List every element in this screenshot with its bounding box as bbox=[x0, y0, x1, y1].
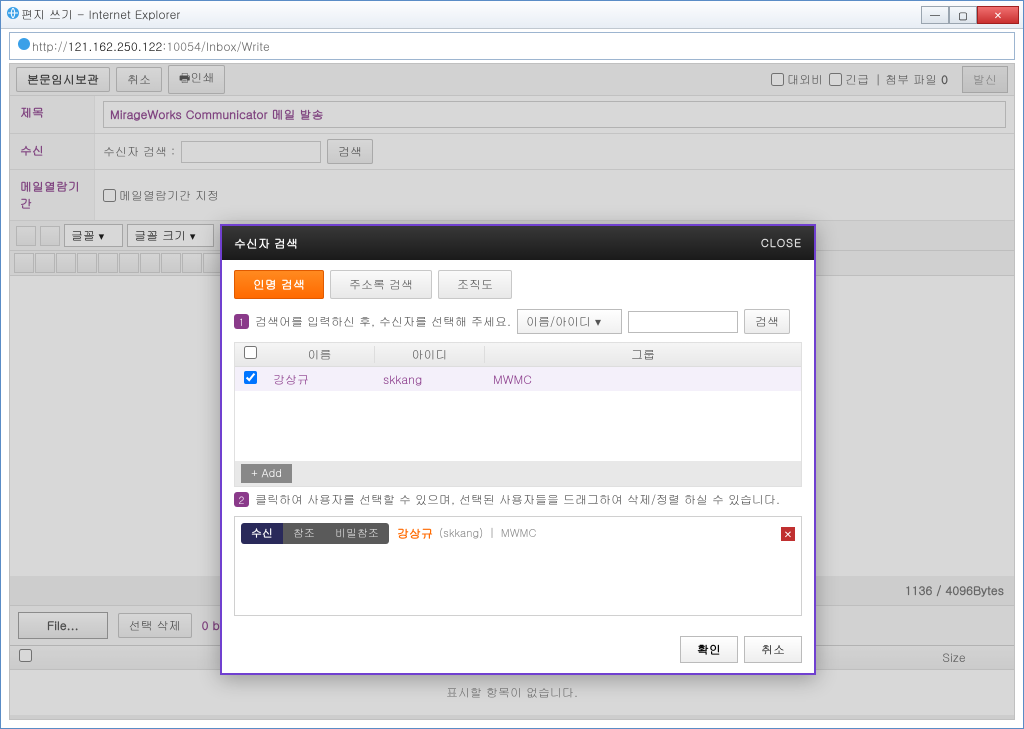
url-path: :10054/Inbox/Write bbox=[162, 38, 269, 55]
step-1-row: 1 검색어를 입력하신 후, 수신자를 선택해 주세요. 이름/아이디 ▾ 검색 bbox=[234, 309, 802, 334]
minimize-button[interactable]: — bbox=[921, 6, 949, 24]
table-row[interactable]: 강상규 skkang MWMC bbox=[235, 367, 801, 391]
modal-header: 수신자 검색 CLOSE bbox=[222, 226, 814, 260]
sel-group: MWMC bbox=[501, 526, 537, 541]
url-scheme: http:// bbox=[32, 38, 68, 55]
modal-ok-button[interactable]: 확인 bbox=[680, 636, 738, 663]
tab-to[interactable]: 수신 bbox=[241, 523, 283, 544]
row-checkbox[interactable] bbox=[244, 371, 257, 384]
search-type-select[interactable]: 이름/아이디 ▾ bbox=[517, 309, 622, 334]
url-text: http://121.162.250.122:10054/Inbox/Write bbox=[32, 38, 270, 55]
search-tabs: 인명 검색 주소록 검색 조직도 bbox=[234, 270, 802, 299]
modal-search-button[interactable]: 검색 bbox=[744, 309, 790, 334]
close-button[interactable]: ✕ bbox=[977, 6, 1019, 24]
modal-title: 수신자 검색 bbox=[234, 235, 298, 252]
tab-bcc[interactable]: 비밀참조 bbox=[325, 523, 389, 544]
tab-cc[interactable]: 참조 bbox=[283, 523, 325, 544]
row-group: MWMC bbox=[485, 371, 801, 388]
step-2-badge: 2 bbox=[234, 492, 249, 507]
step-1-text: 검색어를 입력하신 후, 수신자를 선택해 주세요. bbox=[255, 313, 511, 330]
tab-addressbook[interactable]: 주소록 검색 bbox=[330, 270, 432, 299]
recipient-type-tabs: 수신 참조 비밀참조 bbox=[241, 523, 389, 544]
step-2-row: 2 클릭하여 사용자를 선택할 수 있으며, 선택된 사용자들을 드래그하여 삭… bbox=[234, 491, 802, 508]
col-id: 아이디 bbox=[375, 346, 485, 363]
modal-cancel-button[interactable]: 취소 bbox=[744, 636, 802, 663]
ie-icon bbox=[5, 5, 21, 25]
maximize-button[interactable]: ▢ bbox=[949, 6, 977, 24]
modal-close-button[interactable]: CLOSE bbox=[761, 236, 802, 251]
row-name: 강상규 bbox=[265, 371, 375, 388]
sel-id: (skkang) bbox=[439, 526, 483, 541]
col-name: 이름 bbox=[265, 346, 375, 363]
remove-recipient-button[interactable]: ✕ bbox=[781, 527, 795, 541]
address-bar[interactable]: http://121.162.250.122:10054/Inbox/Write bbox=[9, 32, 1015, 60]
modal-footer: 확인 취소 bbox=[222, 626, 814, 673]
step-2-text: 클릭하여 사용자를 선택할 수 있으며, 선택된 사용자들을 드래그하여 삭제/… bbox=[255, 491, 780, 508]
row-id: skkang bbox=[375, 371, 485, 388]
search-keyword-input[interactable] bbox=[628, 311, 738, 333]
add-button[interactable]: + Add bbox=[241, 464, 292, 483]
url-host: 121.162.250.122 bbox=[68, 38, 163, 55]
sel-name: 강상규 bbox=[397, 525, 433, 542]
tab-org-chart[interactable]: 조직도 bbox=[438, 270, 512, 299]
selected-recipient[interactable]: 강상규 (skkang) | MWMC bbox=[397, 525, 536, 542]
col-group: 그룹 bbox=[485, 346, 801, 363]
recipient-search-modal: 수신자 검색 CLOSE 인명 검색 주소록 검색 조직도 1 검색어를 입력하… bbox=[220, 224, 816, 675]
page-icon bbox=[16, 36, 32, 56]
titlebar: 편지 쓰기 - Internet Explorer — ▢ ✕ bbox=[1, 1, 1023, 29]
result-table: 이름 아이디 그룹 강상규 skkang MWMC + Add bbox=[234, 342, 802, 487]
selected-area: 수신 참조 비밀참조 강상규 (skkang) | MWMC ✕ bbox=[234, 516, 802, 616]
sel-sep: | bbox=[489, 526, 495, 541]
tab-name-search[interactable]: 인명 검색 bbox=[234, 270, 324, 299]
app-window: 편지 쓰기 - Internet Explorer — ▢ ✕ http://1… bbox=[0, 0, 1024, 729]
step-1-badge: 1 bbox=[234, 314, 249, 329]
window-controls: — ▢ ✕ bbox=[921, 6, 1019, 24]
window-title: 편지 쓰기 - Internet Explorer bbox=[21, 6, 921, 23]
page-content: 본문임시보관 취소 🖶인쇄 대외비 긴급 | 첨부 파일 0 발신 제목 수신 … bbox=[9, 63, 1015, 720]
result-select-all-checkbox[interactable] bbox=[244, 346, 257, 359]
